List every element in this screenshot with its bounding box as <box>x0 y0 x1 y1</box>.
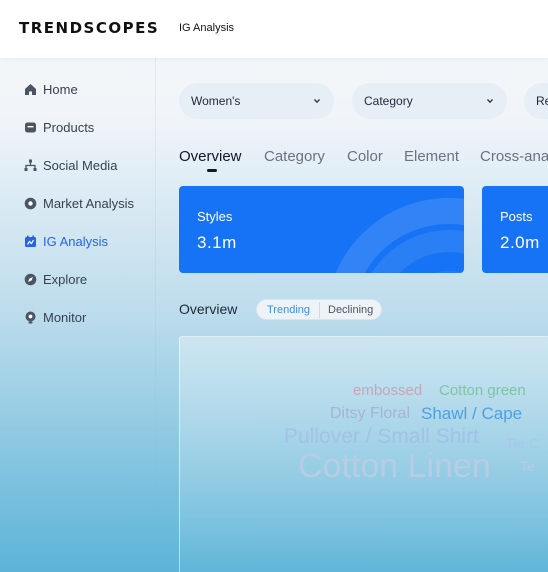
third-select[interactable]: Re <box>524 83 548 119</box>
tab-color[interactable]: Color <box>347 148 383 165</box>
sidebar-item-label: Monitor <box>43 310 87 325</box>
card-title: Posts <box>500 209 533 224</box>
sidebar-item-label: Market Analysis <box>43 196 135 211</box>
card-decoration-arc <box>335 198 464 273</box>
top-bar: TRENDSCOPES IG Analysis <box>0 0 548 58</box>
word-cloud-term[interactable]: Shawl / Cape <box>421 405 522 422</box>
card-title: Styles <box>197 209 233 224</box>
trend-toggle: Trending Declining <box>256 299 382 320</box>
home-icon <box>25 84 36 95</box>
social-media-icon <box>24 159 37 171</box>
overview-heading: Overview <box>179 301 238 317</box>
word-cloud-term[interactable]: Cotton green <box>439 383 526 398</box>
app-logo[interactable]: TRENDSCOPES <box>19 19 159 37</box>
chevron-down-icon <box>314 99 320 104</box>
declining-option[interactable]: Declining <box>328 304 373 316</box>
word-cloud-term[interactable]: Ditsy Floral <box>330 406 410 422</box>
monitor-icon <box>25 311 36 324</box>
select-value: Re <box>536 94 548 108</box>
sidebar-item-label: IG Analysis <box>43 234 109 249</box>
tab-category[interactable]: Category <box>264 148 325 165</box>
market-analysis-icon <box>24 197 37 210</box>
explore-icon <box>24 273 37 286</box>
card-value: 3.1m <box>197 233 237 252</box>
styles-card: Styles 3.1m <box>179 186 464 273</box>
tab-element[interactable]: Element <box>404 148 459 165</box>
sidebar-item-monitor[interactable]: Monitor <box>0 306 156 330</box>
sidebar: Home Products Social Media Market Analys… <box>0 58 156 572</box>
posts-card: Posts 2.0m <box>482 186 548 273</box>
category-select[interactable]: Category <box>352 83 507 119</box>
sidebar-item-label: Home <box>43 82 78 97</box>
gender-select[interactable]: Women's <box>179 83 334 119</box>
sidebar-item-products[interactable]: Products <box>0 116 156 140</box>
word-cloud-term[interactable]: embossed <box>353 383 422 398</box>
word-cloud-term[interactable]: Cotton Linen <box>298 449 491 483</box>
select-value: Category <box>364 94 413 108</box>
chevron-down-icon <box>487 99 493 104</box>
sidebar-item-explore[interactable]: Explore <box>0 268 156 292</box>
sidebar-item-social-media[interactable]: Social Media <box>0 154 156 178</box>
sidebar-item-label: Explore <box>43 272 88 287</box>
word-cloud-term[interactable]: Tie C <box>506 436 539 450</box>
products-icon <box>25 122 36 133</box>
main-content: Women's Category Re Overview Category Co… <box>156 58 548 572</box>
ig-analysis-icon <box>25 235 36 247</box>
select-value: Women's <box>191 94 241 108</box>
sidebar-item-label: Social Media <box>43 158 118 173</box>
card-value: 2.0m <box>500 233 540 252</box>
active-tab-indicator <box>207 169 217 172</box>
tab-overview[interactable]: Overview <box>179 148 242 165</box>
sidebar-item-label: Products <box>43 120 95 135</box>
word-cloud-panel: embossed Cotton green Ditsy Floral Shawl… <box>179 336 548 572</box>
tab-cross-analysis[interactable]: Cross-ana <box>480 148 548 165</box>
word-cloud-term[interactable]: Te <box>520 459 535 473</box>
breadcrumb: IG Analysis <box>179 22 235 34</box>
trending-option[interactable]: Trending <box>267 304 310 316</box>
word-cloud-term[interactable]: Pullover / Small Shirt <box>284 426 479 447</box>
toggle-divider <box>319 302 320 318</box>
sidebar-item-market-analysis[interactable]: Market Analysis <box>0 192 156 216</box>
sidebar-item-ig-analysis[interactable]: IG Analysis <box>0 230 156 254</box>
sidebar-item-home[interactable]: Home <box>0 78 156 102</box>
